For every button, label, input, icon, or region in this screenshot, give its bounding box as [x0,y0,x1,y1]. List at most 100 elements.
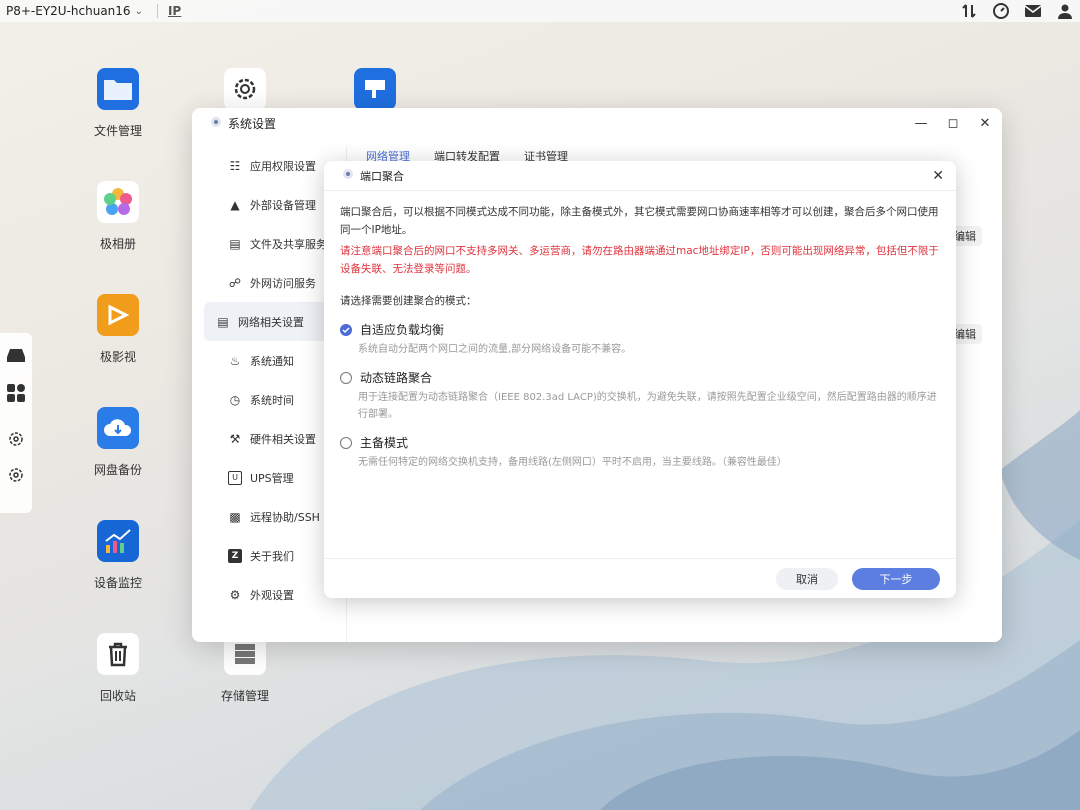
drive-icon[interactable] [6,347,26,367]
maximize-button[interactable]: ◻ [946,116,960,131]
option-label: 动态链路聚合 [360,371,433,385]
desktop-icon-label: 回收站 [99,689,136,703]
external-device-icon: ▲ [230,197,240,212]
gear-icon[interactable] [8,431,24,451]
option-active-backup[interactable]: 主备模式 无需任何特定的网络交换机支持，备用线路(左侧网口）平时不启用，当主要线… [340,434,940,471]
desktop-icon-video[interactable]: 极影视 [73,294,163,365]
desktop-icon-recycle-bin[interactable]: 回收站 [73,633,163,704]
sidebar-item-label: 关于我们 [250,549,294,563]
sidebar-item-label: 系统通知 [250,354,294,368]
camera-icon [354,68,396,110]
port-aggregation-dialog: 端口聚合 ✕ 端口聚合后，可以根据不同模式达成不同功能，除主备模式外，其它模式需… [324,161,956,598]
network-monitor-icon: ▤ [217,314,229,329]
bell-icon: ♨ [229,353,241,368]
sidebar-item-label: 文件及共享服务 [250,237,327,251]
close-button[interactable]: ✕ [978,116,992,131]
monitor-chart-icon [97,520,139,562]
video-icon [97,294,139,336]
user-icon[interactable] [1056,2,1074,20]
sidebar-item-system-time[interactable]: ◷ 系统时间 [204,380,334,419]
sidebar-item-label: 网络相关设置 [238,315,304,329]
desktop-icon-label: 网盘备份 [93,463,142,477]
settings-gear-icon [210,116,222,131]
next-button[interactable]: 下一步 [852,567,940,590]
sidebar-item-external-devices[interactable]: ▲ 外部设备管理 [204,185,334,224]
folder-icon [97,68,139,110]
dialog-footer: 取消 下一步 [324,558,956,598]
ip-icon[interactable]: IP [168,4,181,18]
radio-unchecked[interactable] [340,437,352,449]
sidebar-item-remote-ssh[interactable]: ▩ 远程协助/SSH [204,497,334,536]
trash-icon [97,633,139,675]
desktop-icon-device-monitor[interactable]: 设备监控 [73,520,163,591]
option-description: 用于连接配置为动态链路聚合（IEEE 802.3ad LACP)的交换机，为避免… [358,392,937,420]
settings-gear-icon [342,168,354,183]
minimize-button[interactable]: — [914,116,928,131]
desktop-icon-photos[interactable]: 极相册 [73,181,163,252]
cloud-backup-icon [97,407,139,449]
divider [156,4,158,18]
gear-icon[interactable] [8,467,24,487]
gear-icon [224,68,266,110]
desktop-icon-label: 极影视 [99,350,136,364]
mode-prompt: 请选择需要创建聚合的模式： [340,295,477,307]
option-dynamic-link-aggregation[interactable]: 动态链路聚合 用于连接配置为动态链路聚合（IEEE 802.3ad LACP)的… [340,369,940,423]
option-description: 系统自动分配两个网口之间的流量,部分网络设备可能不兼容。 [358,344,632,355]
dialog-title: 端口聚合 [360,169,404,183]
window-title-bar[interactable]: 系统设置 — ◻ ✕ [192,108,1002,138]
sidebar-item-label: 外网访问服务 [250,276,316,290]
desktop-icon-label: 极相册 [99,237,136,251]
chevron-down-icon: ⌄ [134,5,143,17]
desktop-icon-cloud-backup[interactable]: 网盘备份 [73,407,163,478]
option-label: 主备模式 [360,436,409,450]
close-icon[interactable]: ✕ [932,168,944,184]
file-share-icon: ▤ [229,236,241,251]
sidebar-item-appearance[interactable]: ⚙ 外观设置 [204,575,334,614]
sidebar-item-notifications[interactable]: ♨ 系统通知 [204,341,334,380]
desktop-icon-label: 文件管理 [93,124,142,138]
clock-icon: ◷ [229,392,241,407]
sidebar-item-label: 远程协助/SSH [250,510,320,524]
desktop-icon-label: 存储管理 [220,689,269,703]
sidebar-item-network[interactable]: ▤ 网络相关设置 [204,302,334,341]
sidebar-item-app-permissions[interactable]: ☷ 应用权限设置 [204,146,334,185]
cancel-button[interactable]: 取消 [776,567,838,590]
option-adaptive-load-balancing[interactable]: 自适应负载均衡 系统自动分配两个网口之间的流量,部分网络设备可能不兼容。 [340,321,940,358]
sidebar-item-label: 硬件相关设置 [250,432,316,446]
dialog-description: 端口聚合后，可以根据不同模式达成不同功能，除主备模式外，其它模式需要网口协商速率… [340,206,939,236]
mail-icon[interactable] [1024,2,1042,20]
about-icon: Z [228,548,242,563]
sidebar-item-label: 外观设置 [250,588,294,602]
option-description: 无需任何特定的网络交换机支持，备用线路(左侧网口）平时不启用，当主要线路。（兼容… [358,457,787,468]
desktop-icon-label: 设备监控 [93,576,142,590]
window-title: 系统设置 [228,116,277,131]
sidebar-item-label: 系统时间 [250,393,294,407]
apps-grid-icon[interactable] [6,383,26,407]
option-label: 自适应负载均衡 [360,323,445,337]
top-bar: P8+-EY2U-hchuan16 ⌄ IP [0,0,1080,22]
link-icon: ☍ [228,275,242,290]
remote-icon: ▩ [229,509,241,524]
photos-flower-icon [97,181,139,223]
sliders-icon: ☷ [229,158,241,173]
desktop-icon-file-manager[interactable]: 文件管理 [73,68,163,139]
hostname-selector[interactable]: P8+-EY2U-hchuan16 ⌄ [6,4,143,18]
sidebar-item-hardware[interactable]: ⚒ 硬件相关设置 [204,419,334,458]
sidebar-item-file-share[interactable]: ▤ 文件及共享服务 [204,224,334,263]
sidebar-item-ups[interactable]: U UPS管理 [204,458,334,497]
desktop-icon-storage[interactable]: 存储管理 [200,633,290,704]
radio-unchecked[interactable] [340,372,352,384]
ups-icon: U [228,470,242,485]
tools-icon: ⚒ [229,431,241,446]
transfer-icon[interactable] [960,2,978,20]
sidebar-item-label: UPS管理 [250,471,294,485]
sidebar-item-external-access[interactable]: ☍ 外网访问服务 [204,263,334,302]
sidebar-item-label: 外部设备管理 [250,198,316,212]
left-dock [0,333,32,513]
sidebar-item-label: 应用权限设置 [250,159,316,173]
hostname-label: P8+-EY2U-hchuan16 [6,4,131,18]
sidebar-item-about[interactable]: Z 关于我们 [204,536,334,575]
dialog-title-bar: 端口聚合 ✕ [324,161,956,191]
speed-gauge-icon[interactable] [992,2,1010,20]
radio-checked[interactable] [340,324,352,336]
